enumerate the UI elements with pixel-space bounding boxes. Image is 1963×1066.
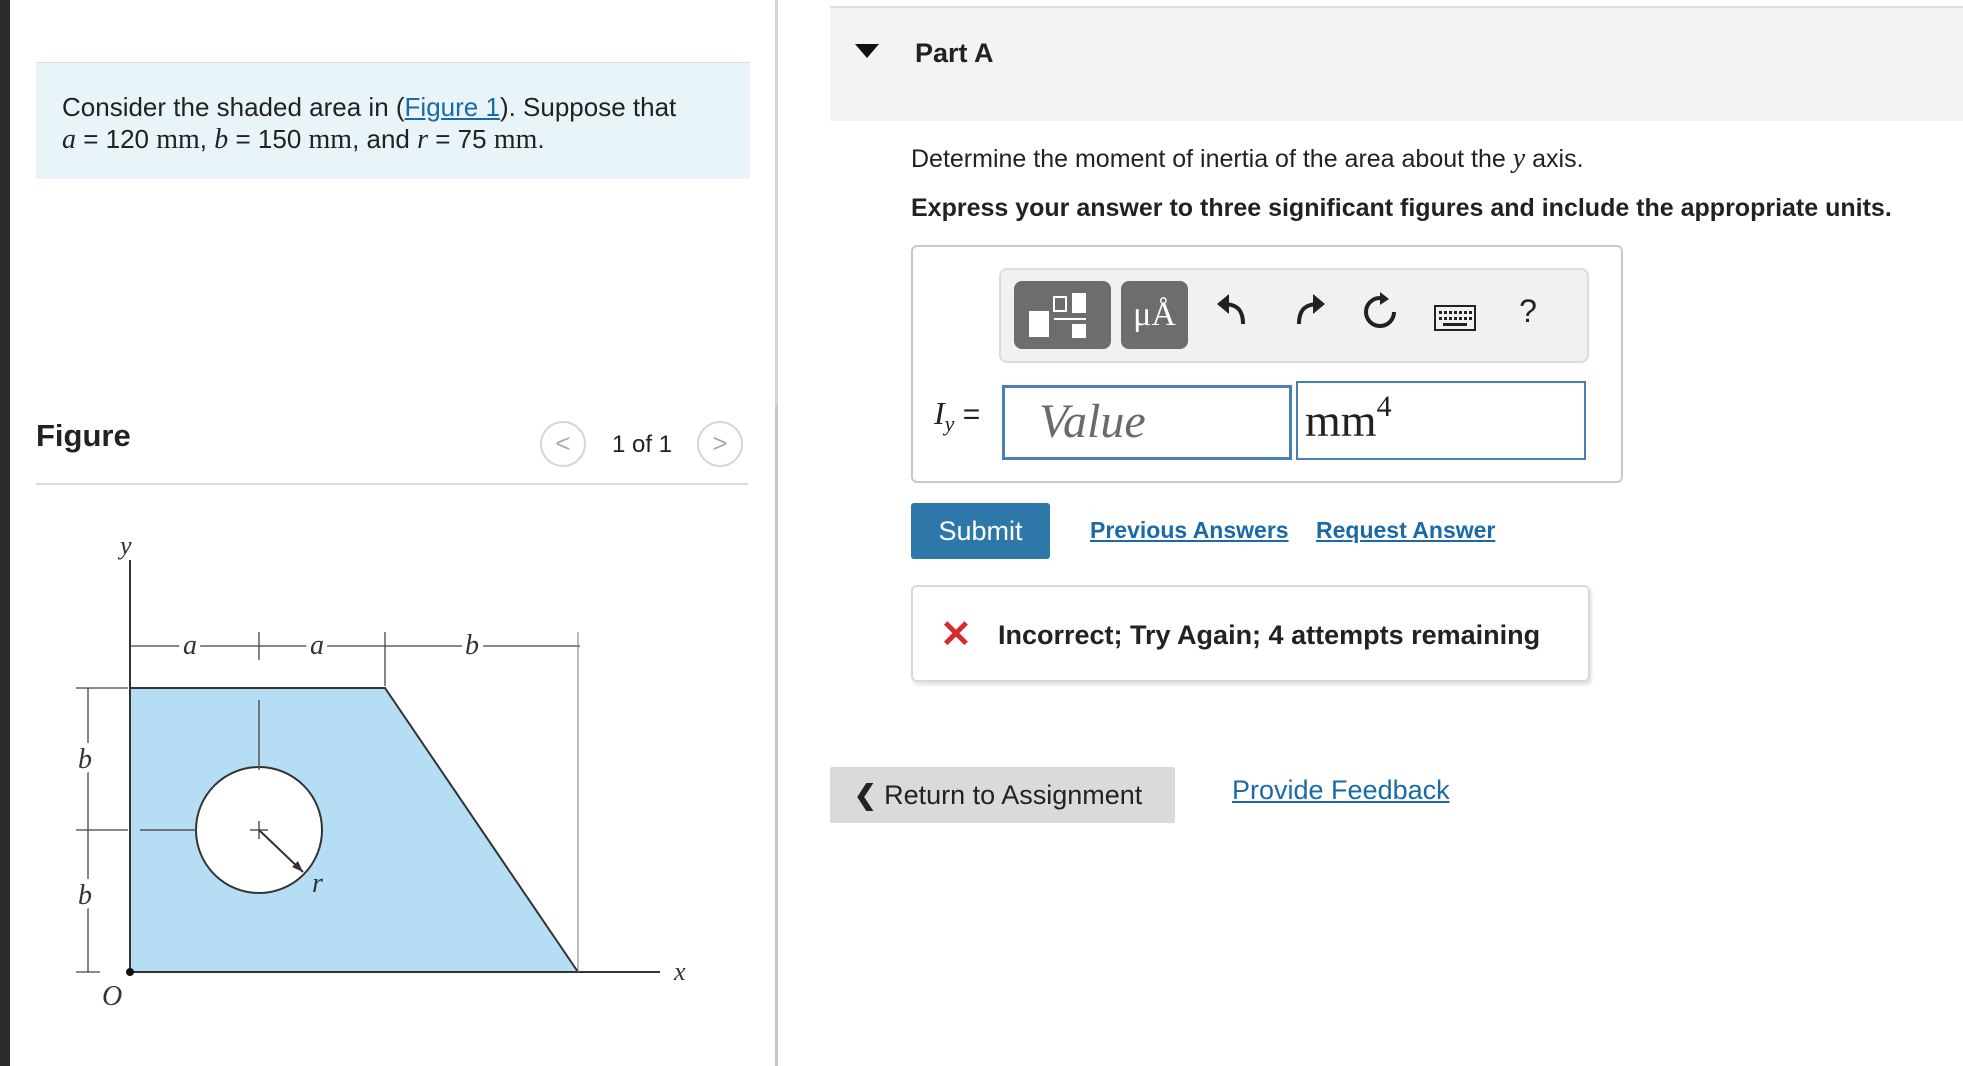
keyboard-icon[interactable]	[1434, 302, 1476, 339]
return-to-assignment-button[interactable]: ❮ Return to Assignment	[830, 767, 1175, 823]
reset-icon[interactable]	[1360, 292, 1400, 340]
figure-link[interactable]: Figure 1	[405, 92, 500, 122]
chevron-left-icon: ❮	[854, 780, 877, 810]
templates-icon	[1029, 293, 1086, 338]
label-b1: b	[78, 744, 92, 775]
templates-button[interactable]	[1014, 281, 1111, 349]
problem-statement: Consider the shaded area in (Figure 1). …	[36, 62, 750, 179]
label-y: y	[117, 531, 132, 560]
chevron-left-icon: <	[555, 428, 571, 458]
window-edge	[0, 0, 10, 1066]
instruction-text: Express your answer to three significant…	[911, 194, 1892, 222]
b-value: = 150	[228, 124, 309, 154]
b-unit: mm	[308, 124, 353, 155]
figure-next-button[interactable]: >	[697, 421, 743, 467]
var-a: a	[62, 124, 76, 155]
problem-text-suppose: ). Suppose that	[499, 92, 677, 122]
pane-divider-handle[interactable]	[775, 405, 778, 1066]
answer-var: I	[934, 395, 945, 431]
var-r: r	[417, 124, 429, 155]
value-input[interactable]: Value	[1002, 385, 1292, 460]
label-r: r	[312, 868, 323, 899]
label-a1: a	[183, 630, 197, 661]
return-label: Return to Assignment	[884, 780, 1143, 810]
request-answer-link[interactable]: Request Answer	[1316, 517, 1495, 544]
question-var: y	[1512, 143, 1526, 174]
figure-divider	[36, 483, 748, 485]
redo-icon[interactable]	[1289, 290, 1329, 338]
figure-title: Figure	[36, 418, 131, 453]
provide-feedback-link[interactable]: Provide Feedback	[1232, 775, 1450, 806]
label-o: O	[102, 981, 122, 1012]
chevron-right-icon: >	[712, 428, 728, 458]
and-text: , and	[352, 124, 418, 154]
answer-equals: =	[962, 398, 981, 431]
help-button[interactable]: ?	[1510, 293, 1546, 330]
unit-input[interactable]: mm4	[1296, 381, 1586, 460]
figure-page-count: 1 of 1	[612, 431, 673, 458]
units-button[interactable]: μÅ	[1121, 281, 1188, 349]
question-post: axis.	[1525, 145, 1584, 173]
label-x: x	[673, 957, 686, 986]
previous-answers-link[interactable]: Previous Answers	[1090, 517, 1289, 544]
unit-exponent: 4	[1376, 390, 1392, 423]
part-title: Part A	[915, 38, 994, 68]
label-b-top: b	[465, 630, 479, 661]
question-text: Determine the moment of inertia of the a…	[911, 143, 1584, 175]
period: .	[537, 124, 545, 154]
problem-text: Consider the shaded area in (	[62, 92, 405, 122]
question-pre: Determine the moment of inertia of the a…	[911, 145, 1513, 173]
feedback-message: Incorrect; Try Again; 4 attempts remaini…	[998, 620, 1541, 650]
close-icon: ✕	[940, 614, 972, 656]
figure-diagram: y a a b b b r O x	[73, 531, 686, 1012]
label-a2: a	[310, 630, 324, 661]
caret-down-icon[interactable]	[855, 44, 879, 58]
answer-subscript: y	[944, 411, 955, 436]
var-b: b	[214, 124, 229, 155]
r-unit: mm	[493, 124, 538, 155]
unit-base: mm	[1305, 395, 1377, 446]
a-unit: mm	[156, 124, 200, 155]
undo-icon[interactable]	[1213, 290, 1253, 338]
part-header[interactable]	[830, 8, 1963, 121]
r-value: = 75	[428, 124, 494, 154]
label-b2: b	[78, 880, 92, 911]
answer-variable-label: Iy =	[934, 395, 980, 437]
figure-prev-button[interactable]: <	[540, 421, 586, 467]
a-value: = 120	[76, 124, 157, 154]
submit-button[interactable]: Submit	[911, 503, 1050, 559]
comma-1: ,	[199, 124, 208, 154]
